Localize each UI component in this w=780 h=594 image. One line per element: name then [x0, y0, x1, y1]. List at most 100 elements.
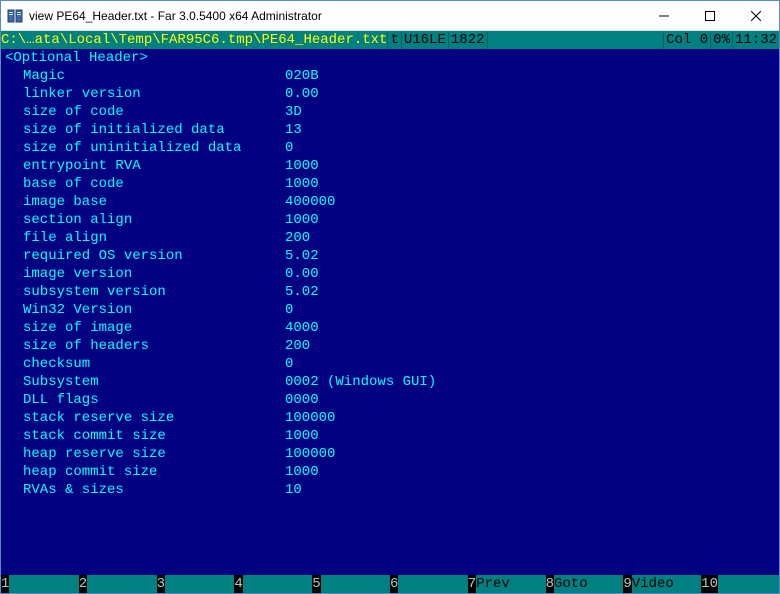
field-value: 1000 [285, 427, 319, 445]
terminal-area: C:\…ata\Local\Temp\FAR95C6.tmp\PE64_Head… [1, 31, 779, 593]
field-key: section align [5, 211, 285, 229]
field-row: size of code3D [5, 103, 775, 121]
keybar-label: Video [632, 575, 701, 593]
field-value: 0 [285, 301, 293, 319]
field-key: linker version [5, 85, 285, 103]
keybar-label [243, 575, 312, 593]
field-key: heap commit size [5, 463, 285, 481]
field-key: heap reserve size [5, 445, 285, 463]
status-time: 11:32 [732, 31, 779, 49]
field-value: 0.00 [285, 85, 319, 103]
keybar-num: 10 [701, 575, 718, 593]
section-header: <Optional Header> [5, 49, 775, 67]
field-row: RVAs & sizes10 [5, 481, 775, 499]
field-value: 13 [285, 121, 302, 139]
field-key: size of code [5, 103, 285, 121]
keybar-num: 5 [312, 575, 320, 593]
keybar-num: 4 [234, 575, 242, 593]
keybar-label [87, 575, 156, 593]
field-key: entrypoint RVA [5, 157, 285, 175]
keybar-slot-f7[interactable]: 7Prev [468, 575, 546, 593]
titlebar[interactable]: view PE64_Header.txt - Far 3.0.5400 x64 … [1, 1, 779, 31]
field-value: 4000 [285, 319, 319, 337]
field-row: size of image4000 [5, 319, 775, 337]
field-row: heap commit size1000 [5, 463, 775, 481]
field-row: size of initialized data13 [5, 121, 775, 139]
keybar-slot-f1[interactable]: 1 [1, 575, 79, 593]
status-percent: 0% [710, 31, 732, 49]
field-value: 0.00 [285, 265, 319, 283]
field-row: image base400000 [5, 193, 775, 211]
keybar: 1 2 3 4 5 6 7Prev 8Goto 9Video10 [1, 575, 779, 593]
field-value: 0 [285, 139, 293, 157]
field-key: Magic [5, 67, 285, 85]
field-key: DLL flags [5, 391, 285, 409]
keybar-num: 6 [390, 575, 398, 593]
field-key: base of code [5, 175, 285, 193]
field-value: 0002 (Windows GUI) [285, 373, 436, 391]
keybar-num: 9 [623, 575, 631, 593]
field-row: linker version0.00 [5, 85, 775, 103]
keybar-slot-f8[interactable]: 8Goto [546, 575, 624, 593]
field-row: size of headers200 [5, 337, 775, 355]
field-key: stack commit size [5, 427, 285, 445]
field-row: size of uninitialized data0 [5, 139, 775, 157]
field-value: 1000 [285, 157, 319, 175]
field-value: 1000 [285, 175, 319, 193]
field-row: heap reserve size100000 [5, 445, 775, 463]
field-value: 1000 [285, 211, 319, 229]
field-value: 0 [285, 355, 293, 373]
field-key: size of uninitialized data [5, 139, 285, 157]
field-value: 200 [285, 229, 310, 247]
field-row: file align200 [5, 229, 775, 247]
status-encoding: U16LE [401, 31, 448, 49]
field-value: 100000 [285, 445, 335, 463]
keybar-label [9, 575, 78, 593]
keybar-label: Prev [476, 575, 545, 593]
field-key: image base [5, 193, 285, 211]
field-row: subsystem version5.02 [5, 283, 775, 301]
field-key: size of initialized data [5, 121, 285, 139]
field-row: base of code1000 [5, 175, 775, 193]
keybar-slot-f6[interactable]: 6 [390, 575, 468, 593]
keybar-slot-f4[interactable]: 4 [234, 575, 312, 593]
field-row: Win32 Version0 [5, 301, 775, 319]
keybar-label [718, 575, 779, 593]
minimize-button[interactable] [641, 1, 687, 30]
window-title: view PE64_Header.txt - Far 3.0.5400 x64 … [29, 9, 641, 23]
viewer-statusbar: C:\…ata\Local\Temp\FAR95C6.tmp\PE64_Head… [1, 31, 779, 49]
field-row: Magic020B [5, 67, 775, 85]
keybar-slot-f5[interactable]: 5 [312, 575, 390, 593]
keybar-slot-f10[interactable]: 10 [701, 575, 779, 593]
field-key: size of headers [5, 337, 285, 355]
field-row: checksum0 [5, 355, 775, 373]
close-button[interactable] [733, 1, 779, 30]
keybar-slot-f9[interactable]: 9Video [623, 575, 701, 593]
field-key: Win32 Version [5, 301, 285, 319]
field-row: DLL flags0000 [5, 391, 775, 409]
field-value: 400000 [285, 193, 335, 211]
field-row: image version0.00 [5, 265, 775, 283]
field-row: entrypoint RVA1000 [5, 157, 775, 175]
keybar-slot-f2[interactable]: 2 [79, 575, 157, 593]
field-value: 200 [285, 337, 310, 355]
keybar-num: 2 [79, 575, 87, 593]
field-key: checksum [5, 355, 285, 373]
field-key: file align [5, 229, 285, 247]
field-key: Subsystem [5, 373, 285, 391]
maximize-button[interactable] [687, 1, 733, 30]
field-key: size of image [5, 319, 285, 337]
field-row: section align1000 [5, 211, 775, 229]
keybar-label: Goto [554, 575, 623, 593]
keybar-num: 7 [468, 575, 476, 593]
status-path: C:\…ata\Local\Temp\FAR95C6.tmp\PE64_Head… [1, 31, 387, 49]
field-row: stack commit size1000 [5, 427, 775, 445]
field-key: stack reserve size [5, 409, 285, 427]
app-icon [7, 8, 23, 24]
status-col: Col 0 [663, 31, 710, 49]
field-value: 5.02 [285, 283, 319, 301]
field-value: 10 [285, 481, 302, 499]
keybar-slot-f3[interactable]: 3 [157, 575, 235, 593]
viewer-content[interactable]: <Optional Header> Magic020Blinker versio… [1, 49, 779, 575]
field-key: image version [5, 265, 285, 283]
